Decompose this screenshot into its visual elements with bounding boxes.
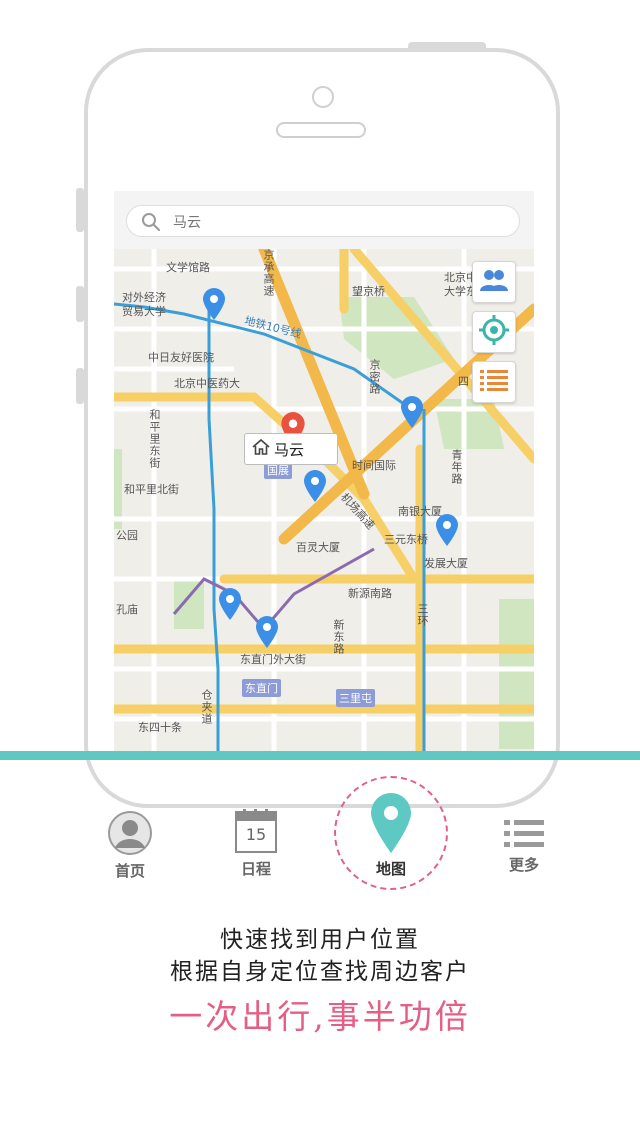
map-label: 三元东桥 (384, 533, 428, 546)
volume-up-button (76, 286, 84, 322)
list-view-button[interactable] (472, 361, 516, 403)
group-icon (478, 267, 510, 297)
map-label: 京承高速 (262, 249, 275, 297)
map-label: 时间国际 (352, 459, 396, 472)
tab-label: 更多 (508, 856, 539, 874)
map-label: 新源南路 (348, 587, 392, 600)
customer-pin-icon[interactable] (202, 287, 226, 321)
callout-name: 马云 (274, 440, 305, 459)
list-icon (480, 368, 508, 396)
map-label: 发展大厦 (424, 557, 468, 570)
mute-switch (76, 188, 84, 232)
map-label: 仓夹道 (200, 689, 213, 725)
search-field[interactable] (126, 205, 520, 237)
map-label: 北京中医药大 (174, 377, 240, 390)
park-area (499, 599, 534, 749)
tab-label: 首页 (114, 862, 145, 880)
search-input[interactable] (171, 211, 475, 233)
map-label: 东直门外大街 (240, 653, 306, 666)
tab-label: 地图 (375, 860, 406, 878)
front-camera (312, 86, 334, 108)
home-icon (251, 438, 271, 460)
map-label: 公园 (116, 529, 138, 542)
map-label: 文学馆路 (166, 261, 210, 274)
accent-divider (0, 751, 640, 760)
earpiece-speaker (276, 122, 366, 138)
map-label: 和平里北街 (124, 483, 179, 496)
promo-slogan: 一次出行,事半功倍 (169, 997, 471, 1036)
district-tag: 东直门 (242, 679, 281, 697)
calendar-date: 15 (245, 825, 267, 844)
map-label: 四 (458, 375, 469, 388)
tab-more[interactable]: 更多 (494, 818, 554, 875)
user-icon (107, 811, 153, 860)
locate-target-icon (479, 315, 509, 349)
location-pin-icon (369, 793, 413, 858)
tab-schedule[interactable]: 15 日程 (226, 808, 286, 879)
tab-home[interactable]: 首页 (100, 810, 160, 881)
map-label: 和平里东街 (148, 409, 161, 469)
search-bar (114, 191, 534, 249)
map-label: 中日友好医院 (148, 351, 214, 364)
volume-down-button (76, 368, 84, 404)
locate-button[interactable] (472, 311, 516, 353)
search-icon (141, 212, 161, 236)
map-label: 京密路 (368, 359, 381, 395)
customer-pin-icon[interactable] (400, 395, 424, 429)
map-label: 三环 (416, 603, 429, 627)
district-tag: 三里屯 (336, 689, 375, 707)
promo-line-1: 快速找到用户位置 (220, 927, 420, 953)
tab-map[interactable]: 地图 (361, 792, 421, 879)
app-screen: 文学馆路 对外经济 贸易大学 地铁10号线 中日友好医院 北京中医药大 和平里东… (114, 191, 534, 751)
contacts-button[interactable] (472, 261, 516, 303)
map-label: 孔庙 (116, 603, 138, 616)
customer-callout[interactable]: 马云 (244, 433, 338, 465)
map-label: 百灵大厦 (296, 541, 340, 554)
calendar-icon: 15 (233, 808, 279, 854)
customer-pin-icon[interactable] (435, 513, 459, 547)
map-view[interactable]: 文学馆路 对外经济 贸易大学 地铁10号线 中日友好医院 北京中医药大 和平里东… (114, 249, 534, 751)
tab-label: 日程 (240, 860, 271, 878)
map-label: 东四十条 (138, 721, 182, 734)
customer-pin-icon[interactable] (303, 469, 327, 503)
customer-pin-icon[interactable] (255, 615, 279, 649)
customer-pin-icon[interactable] (218, 587, 242, 621)
map-label: 新东路 (332, 619, 345, 655)
promo-line-2: 根据自身定位查找周边客户 (170, 959, 470, 985)
list-icon (504, 820, 544, 854)
map-label: 望京桥 (352, 285, 385, 298)
map-label: 贸易大学 (122, 305, 166, 318)
map-label: 青年路 (450, 449, 463, 485)
